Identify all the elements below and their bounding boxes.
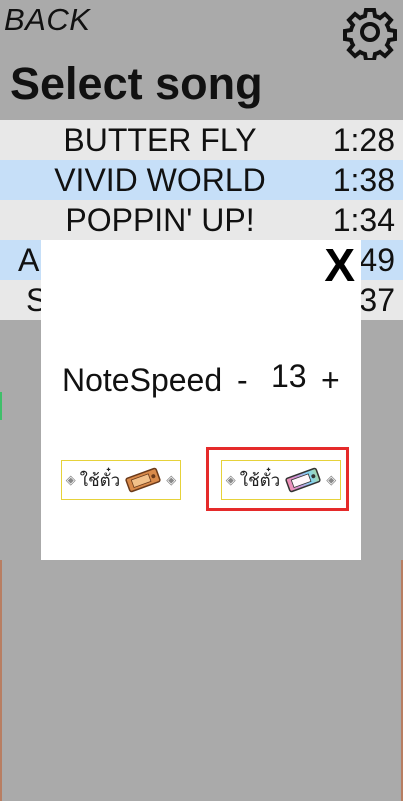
notespeed-value: 13 — [271, 358, 307, 394]
song-row[interactable]: VIVID WORLD 1:38 — [0, 160, 403, 200]
increment-button[interactable]: + — [321, 362, 340, 399]
left-arrow-icon: ◈ — [65, 472, 76, 487]
page-title: Select song — [10, 58, 263, 109]
song-time: 49 — [359, 242, 395, 278]
song-time: 1:34 — [332, 202, 395, 238]
song-name: POPPIN' UP! — [65, 202, 255, 238]
song-name: BUTTER FLY — [63, 122, 257, 158]
song-row[interactable]: BUTTER FLY 1:28 — [0, 120, 403, 160]
song-name: VIVID WORLD — [54, 162, 266, 198]
gear-icon[interactable] — [342, 4, 398, 60]
ticket-button-label: ใช้ตั๋ว — [79, 470, 121, 491]
right-arrow-icon: ◈ — [166, 472, 177, 487]
song-name: A — [18, 242, 40, 278]
song-time: 37 — [359, 282, 395, 318]
edge-strip — [0, 560, 2, 801]
selection-highlight — [206, 447, 349, 511]
close-button[interactable]: X — [324, 242, 355, 288]
song-time: 1:38 — [332, 162, 395, 198]
decrement-button[interactable]: - — [237, 362, 248, 399]
song-row[interactable]: POPPIN' UP! 1:34 — [0, 200, 403, 240]
orange-ticket-icon — [125, 467, 161, 493]
notespeed-label: NoteSpeed — [62, 362, 223, 398]
use-ticket-button-orange[interactable]: ◈ ใช้ตั๋ว ◈ — [61, 460, 181, 500]
song-time: 1:28 — [332, 122, 395, 158]
edge-strip — [0, 392, 2, 420]
notespeed-dialog: X NoteSpeed - 13 + ◈ ใช้ตั๋ว ◈ ◈ ใช้ตั๋ว — [41, 240, 361, 560]
back-button[interactable]: BACK — [4, 2, 90, 38]
